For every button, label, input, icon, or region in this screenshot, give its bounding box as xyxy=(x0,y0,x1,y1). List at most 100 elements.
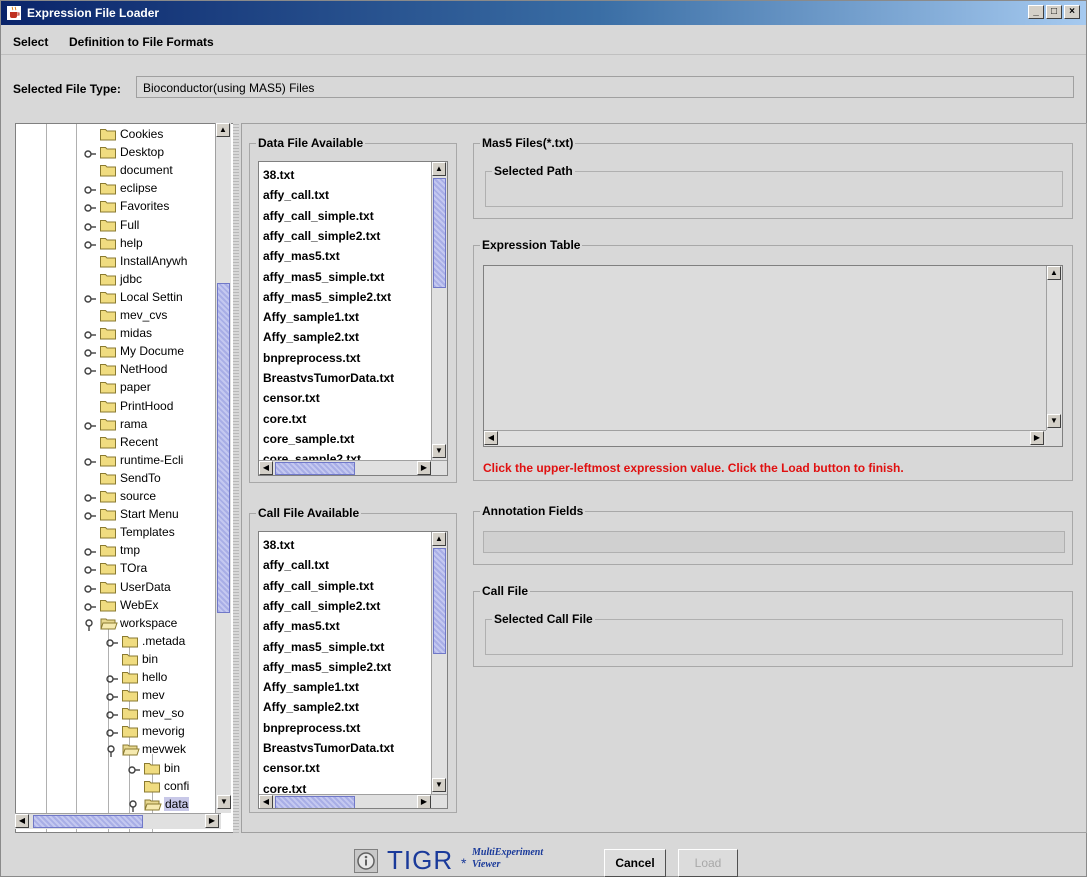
tree-node[interactable]: Templates xyxy=(84,524,234,542)
data-file-list-item[interactable]: affy_mas5.txt xyxy=(263,249,340,263)
load-button[interactable]: Load xyxy=(678,849,738,877)
cancel-button[interactable]: Cancel xyxy=(604,849,666,877)
tree-scroll-up-arrow[interactable]: ▲ xyxy=(216,123,230,137)
data-list-hscroll[interactable]: ◀ ▶ xyxy=(259,460,447,475)
minimize-button[interactable]: _ xyxy=(1028,5,1044,19)
expand-handle-icon[interactable] xyxy=(84,148,96,158)
tree-node[interactable]: help xyxy=(84,235,234,253)
call-file-list-item[interactable]: bnpreprocess.txt xyxy=(263,721,360,735)
data-file-list-item[interactable]: affy_call.txt xyxy=(263,188,329,202)
tree-node[interactable]: eclipse xyxy=(84,180,234,198)
expand-handle-icon[interactable] xyxy=(106,691,118,701)
collapse-handle-icon[interactable] xyxy=(84,618,94,631)
tree-node[interactable]: Local Settin xyxy=(84,289,234,307)
about-button[interactable] xyxy=(354,849,378,873)
tree-scroll-right-arrow[interactable]: ▶ xyxy=(205,814,219,828)
expand-handle-icon[interactable] xyxy=(128,764,140,774)
expand-handle-icon[interactable] xyxy=(106,709,118,719)
call-list-scroll-down-arrow[interactable]: ▼ xyxy=(432,778,446,792)
tree-node[interactable]: runtime-Ecli xyxy=(84,452,234,470)
expand-handle-icon[interactable] xyxy=(84,239,96,249)
expand-handle-icon[interactable] xyxy=(84,601,96,611)
data-list-scroll-down-arrow[interactable]: ▼ xyxy=(432,444,446,458)
call-file-list[interactable]: 38.txt affy_call.txt affy_call_simple.txta… xyxy=(258,531,448,809)
expand-handle-icon[interactable] xyxy=(84,546,96,556)
maximize-button[interactable]: □ xyxy=(1046,5,1062,19)
call-list-vscroll[interactable]: ▲ ▼ xyxy=(431,532,447,794)
data-file-list-item[interactable]: 38.txt xyxy=(263,168,294,182)
tree-horizontal-scrollbar[interactable]: ◀ ▶ xyxy=(15,813,221,829)
call-file-list-item[interactable]: affy_call_simple.txt xyxy=(263,579,374,593)
expression-scroll-up-arrow[interactable]: ▲ xyxy=(1047,266,1061,280)
menu-select[interactable]: Select xyxy=(13,35,48,49)
tree-node[interactable]: SendTo xyxy=(84,470,234,488)
tree-node[interactable]: My Docume xyxy=(84,343,234,361)
expand-handle-icon[interactable] xyxy=(84,510,96,520)
data-file-list-item[interactable]: BreastvsTumorData.txt xyxy=(263,371,394,385)
expand-handle-icon[interactable] xyxy=(84,420,96,430)
data-file-list-item[interactable]: Affy_sample1.txt xyxy=(263,310,359,324)
tree-node[interactable]: mev_cvs xyxy=(84,307,234,325)
tree-node[interactable]: NetHood xyxy=(84,361,234,379)
data-file-list-item[interactable]: Affy_sample2.txt xyxy=(263,330,359,344)
tree-node[interactable]: paper xyxy=(84,379,234,397)
data-file-list-item[interactable]: affy_mas5_simple.txt xyxy=(263,270,384,284)
annotation-fields-box[interactable] xyxy=(483,531,1065,553)
call-file-list-item[interactable]: affy_mas5_simple.txt xyxy=(263,640,384,654)
expression-table-vscroll[interactable]: ▲ ▼ xyxy=(1046,266,1062,430)
tree-node[interactable]: TOra xyxy=(84,560,234,578)
data-file-list[interactable]: 38.txt affy_call.txt affy_call_simple.txta… xyxy=(258,161,448,476)
data-file-list-item[interactable]: affy_call_simple.txt xyxy=(263,209,374,223)
tree-hscroll-thumb[interactable] xyxy=(33,815,143,828)
tree-node[interactable]: Favorites xyxy=(84,198,234,216)
menu-definition-to-file-formats[interactable]: Definition to File Formats xyxy=(69,35,214,49)
expand-handle-icon[interactable] xyxy=(106,637,118,647)
expand-handle-icon[interactable] xyxy=(84,347,96,357)
tree-vertical-scrollbar[interactable]: ▲ xyxy=(215,123,231,813)
call-list-scroll-left-arrow[interactable]: ◀ xyxy=(259,795,273,808)
data-file-list-item[interactable]: core.txt xyxy=(263,412,306,426)
tree-node[interactable]: InstallAnywh xyxy=(84,253,234,271)
tree-node[interactable]: Recent xyxy=(84,434,234,452)
expression-scroll-right-arrow[interactable]: ▶ xyxy=(1030,431,1044,445)
expand-handle-icon[interactable] xyxy=(84,564,96,575)
data-list-scroll-right-arrow[interactable]: ▶ xyxy=(417,461,431,475)
data-list-hscroll-thumb[interactable] xyxy=(275,462,355,475)
tree-node[interactable]: jdbc xyxy=(84,271,234,289)
tree-node[interactable]: tmp xyxy=(84,542,234,560)
tree-node[interactable]: midas xyxy=(84,325,234,343)
expand-handle-icon[interactable] xyxy=(106,673,118,683)
expression-scroll-left-arrow[interactable]: ◀ xyxy=(484,431,498,445)
data-file-list-item[interactable]: core_sample.txt xyxy=(263,432,354,446)
expand-handle-icon[interactable] xyxy=(84,492,96,502)
expand-handle-icon[interactable] xyxy=(84,293,96,303)
expand-handle-icon[interactable] xyxy=(84,583,96,593)
expand-handle-icon[interactable] xyxy=(84,456,96,466)
expand-handle-icon[interactable] xyxy=(84,184,96,194)
tree-scroll-thumb[interactable] xyxy=(217,283,230,613)
tree-node[interactable]: UserData xyxy=(84,579,234,597)
call-file-list-item[interactable]: affy_call.txt xyxy=(263,558,329,572)
data-file-list-item[interactable]: affy_mas5_simple2.txt xyxy=(263,290,391,304)
tree-node[interactable]: Full xyxy=(84,217,234,235)
call-file-list-item[interactable]: BreastvsTumorData.txt xyxy=(263,741,394,755)
tree-scroll-down-arrow[interactable]: ▼ xyxy=(217,795,231,809)
call-file-list-item[interactable]: Affy_sample1.txt xyxy=(263,680,359,694)
tree-scroll-left-arrow[interactable]: ◀ xyxy=(15,814,29,828)
tree-node[interactable]: workspace xyxy=(84,615,234,633)
expression-table[interactable]: ▲ ▼ ◀ ▶ xyxy=(483,265,1063,447)
collapse-handle-icon[interactable] xyxy=(106,745,116,758)
expression-table-hscroll[interactable]: ◀ ▶ xyxy=(484,430,1046,446)
call-list-scroll-right-arrow[interactable]: ▶ xyxy=(417,795,431,808)
call-file-list-item[interactable]: 38.txt xyxy=(263,538,294,552)
expand-handle-icon[interactable] xyxy=(106,727,118,737)
call-file-list-item[interactable]: Affy_sample2.txt xyxy=(263,700,359,714)
data-list-scroll-left-arrow[interactable]: ◀ xyxy=(259,461,273,475)
folder-tree[interactable]: Cookies Desktop document eclipse Favorites Fu… xyxy=(15,123,235,833)
tree-node[interactable]: Cookies xyxy=(84,126,234,144)
split-pane-divider[interactable] xyxy=(233,123,239,833)
expression-scroll-down-arrow[interactable]: ▼ xyxy=(1047,414,1061,428)
expand-handle-icon[interactable] xyxy=(84,221,96,231)
data-list-scroll-up-arrow[interactable]: ▲ xyxy=(432,162,446,176)
data-list-scroll-thumb[interactable] xyxy=(433,178,446,288)
